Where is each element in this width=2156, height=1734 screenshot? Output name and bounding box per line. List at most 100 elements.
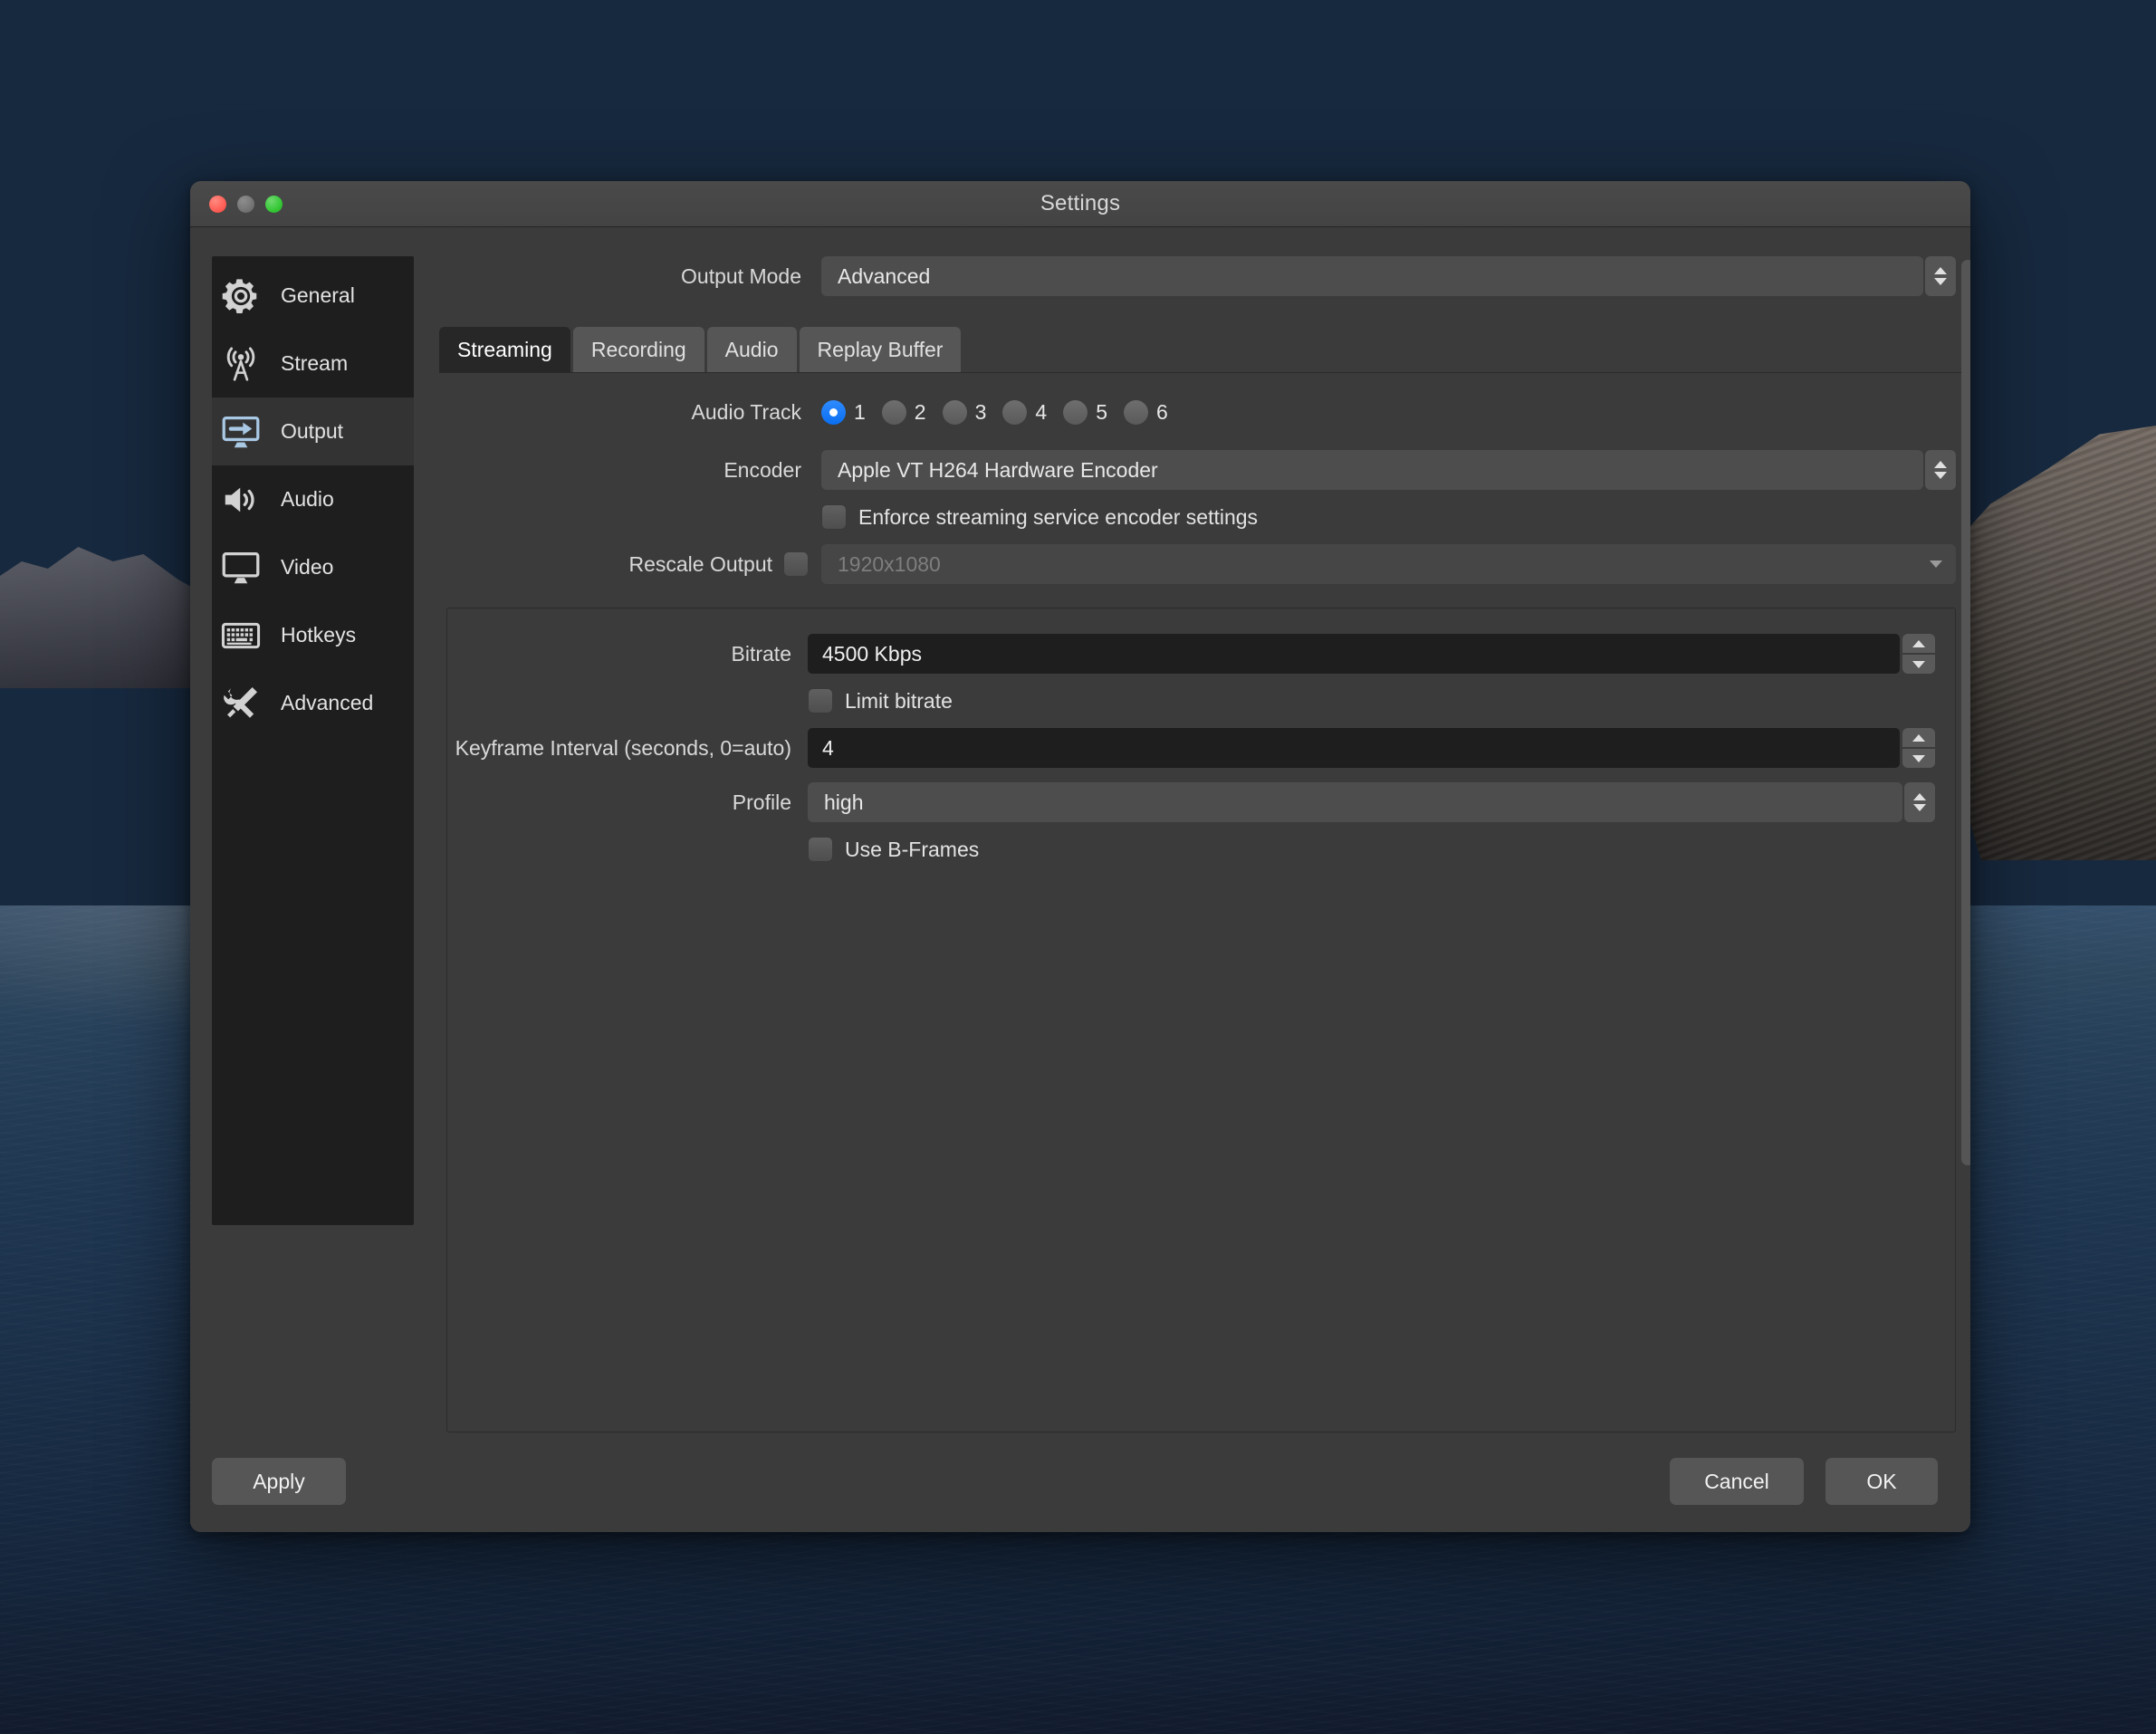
content-scrollbar[interactable]	[1961, 256, 1970, 1198]
output-mode-select[interactable]: Advanced	[821, 256, 1923, 296]
chevron-down-icon	[1912, 754, 1925, 762]
audio-track-option-label: 2	[914, 400, 926, 424]
chevron-down-icon	[1934, 472, 1947, 479]
output-mode-label: Output Mode	[681, 263, 801, 288]
use-b-frames-checkbox[interactable]	[808, 837, 833, 862]
sidebar-item-audio[interactable]: Audio	[212, 465, 414, 533]
sidebar-item-hotkeys[interactable]: Hotkeys	[212, 601, 414, 669]
bitrate-stepper[interactable]	[1902, 634, 1935, 674]
chevron-up-icon	[1912, 733, 1925, 742]
profile-stepper[interactable]	[1904, 782, 1935, 822]
apply-button[interactable]: Apply	[212, 1458, 346, 1505]
audio-track-option-2[interactable]: 2	[881, 400, 926, 425]
sidebar-item-general[interactable]: General	[212, 262, 414, 330]
audio-track-option-5[interactable]: 5	[1063, 400, 1107, 425]
radio-icon[interactable]	[1123, 400, 1148, 425]
window-titlebar: Settings	[190, 181, 1970, 227]
profile-label: Profile	[732, 790, 791, 814]
encoder-value: Apple VT H264 Hardware Encoder	[838, 457, 1158, 482]
output-mode-row: Output Mode Advanced	[439, 256, 1970, 296]
rescale-output-row: Rescale Output 1920x1080	[439, 544, 1970, 584]
sidebar-item-stream[interactable]: Stream	[212, 330, 414, 398]
bitrate-label: Bitrate	[731, 641, 791, 666]
rescale-output-dropdown-arrow	[1916, 544, 1956, 584]
encoder-settings-group: Bitrate 4500 Kbps Limit bitrate Keyframe…	[446, 608, 1956, 1432]
sidebar-item-advanced[interactable]: Advanced	[212, 669, 414, 737]
main-area: General Stream Output Audio Video Hotkey…	[190, 227, 1970, 1432]
audio-track-option-1[interactable]: 1	[821, 400, 866, 425]
audio-track-option-6[interactable]: 6	[1123, 400, 1168, 425]
minimize-button[interactable]	[237, 195, 254, 213]
enforce-settings-checkbox[interactable]	[821, 504, 847, 530]
bitrate-input[interactable]: 4500 Kbps	[808, 634, 1900, 674]
rescale-output-checkbox[interactable]	[783, 551, 809, 577]
rescale-output-select: 1920x1080	[821, 544, 1956, 584]
profile-row: Profile high	[447, 782, 1935, 822]
tab-replay-buffer[interactable]: Replay Buffer	[799, 327, 962, 372]
chevron-up-icon	[1934, 267, 1947, 274]
scrollbar-thumb[interactable]	[1961, 260, 1970, 1165]
sidebar-item-label: Video	[281, 555, 334, 579]
tools-icon	[219, 682, 263, 725]
radio-icon[interactable]	[821, 400, 846, 425]
keyframe-interval-label: Keyframe Interval (seconds, 0=auto)	[455, 735, 791, 760]
bitrate-increment-button[interactable]	[1902, 634, 1935, 653]
keyframe-increment-button[interactable]	[1902, 728, 1935, 747]
output-tabs: Streaming Recording Audio Replay Buffer	[439, 327, 1970, 373]
tab-streaming[interactable]: Streaming	[439, 327, 570, 372]
window-body: General Stream Output Audio Video Hotkey…	[190, 227, 1970, 1532]
radio-icon[interactable]	[881, 400, 906, 425]
audio-track-option-3[interactable]: 3	[942, 400, 987, 425]
keyframe-interval-stepper[interactable]	[1902, 728, 1935, 768]
settings-sidebar: General Stream Output Audio Video Hotkey…	[212, 256, 414, 1225]
encoder-select[interactable]: Apple VT H264 Hardware Encoder	[821, 450, 1923, 490]
radio-icon[interactable]	[1063, 400, 1088, 425]
sidebar-item-label: Stream	[281, 351, 349, 375]
chevron-down-icon	[1913, 804, 1926, 811]
tab-recording[interactable]: Recording	[572, 327, 704, 372]
audio-track-option-label: 5	[1096, 400, 1107, 424]
profile-select[interactable]: high	[808, 782, 1902, 822]
audio-track-option-label: 1	[854, 400, 866, 424]
radio-icon[interactable]	[1002, 400, 1028, 425]
output-monitor-icon	[219, 410, 263, 454]
broadcast-icon	[219, 342, 263, 386]
sidebar-item-video[interactable]: Video	[212, 533, 414, 601]
limit-bitrate-checkbox[interactable]	[808, 688, 833, 714]
bitrate-decrement-button[interactable]	[1902, 655, 1935, 674]
chevron-up-icon	[1934, 461, 1947, 468]
keyframe-decrement-button[interactable]	[1902, 749, 1935, 768]
dialog-footer: Apply Cancel OK	[190, 1432, 1970, 1532]
keyframe-interval-input[interactable]: 4	[808, 728, 1900, 768]
sidebar-item-label: Hotkeys	[281, 623, 357, 647]
audio-track-option-label: 3	[974, 400, 987, 424]
chevron-up-icon	[1912, 639, 1925, 647]
enforce-settings-row: Enforce streaming service encoder settin…	[439, 504, 1970, 530]
chevron-down-icon	[1934, 278, 1947, 285]
bitrate-value: 4500 Kbps	[822, 641, 922, 666]
monitor-icon	[219, 546, 263, 589]
radio-icon[interactable]	[942, 400, 967, 425]
cancel-button[interactable]: Cancel	[1670, 1458, 1804, 1505]
sidebar-item-label: Audio	[281, 487, 334, 511]
limit-bitrate-row: Limit bitrate	[808, 688, 1935, 714]
sidebar-item-output[interactable]: Output	[212, 398, 414, 465]
keyboard-icon	[219, 614, 263, 657]
limit-bitrate-label: Limit bitrate	[845, 688, 953, 713]
ok-button[interactable]: OK	[1825, 1458, 1938, 1505]
keyframe-interval-value: 4	[822, 735, 834, 760]
output-mode-stepper[interactable]	[1925, 256, 1956, 296]
enforce-settings-label: Enforce streaming service encoder settin…	[858, 504, 1259, 529]
audio-track-row: Audio Track 1 2 3 4 5 6	[439, 400, 1970, 425]
chevron-down-icon	[1930, 560, 1942, 568]
audio-track-label: Audio Track	[691, 400, 801, 424]
audio-track-option-label: 4	[1035, 400, 1048, 424]
audio-track-option-4[interactable]: 4	[1002, 400, 1047, 425]
encoder-stepper[interactable]	[1925, 450, 1956, 490]
tab-audio[interactable]: Audio	[706, 327, 797, 372]
use-b-frames-label: Use B-Frames	[845, 837, 980, 861]
output-mode-value: Advanced	[838, 263, 931, 288]
close-button[interactable]	[209, 195, 226, 213]
zoom-button[interactable]	[265, 195, 283, 213]
chevron-down-icon	[1912, 660, 1925, 668]
